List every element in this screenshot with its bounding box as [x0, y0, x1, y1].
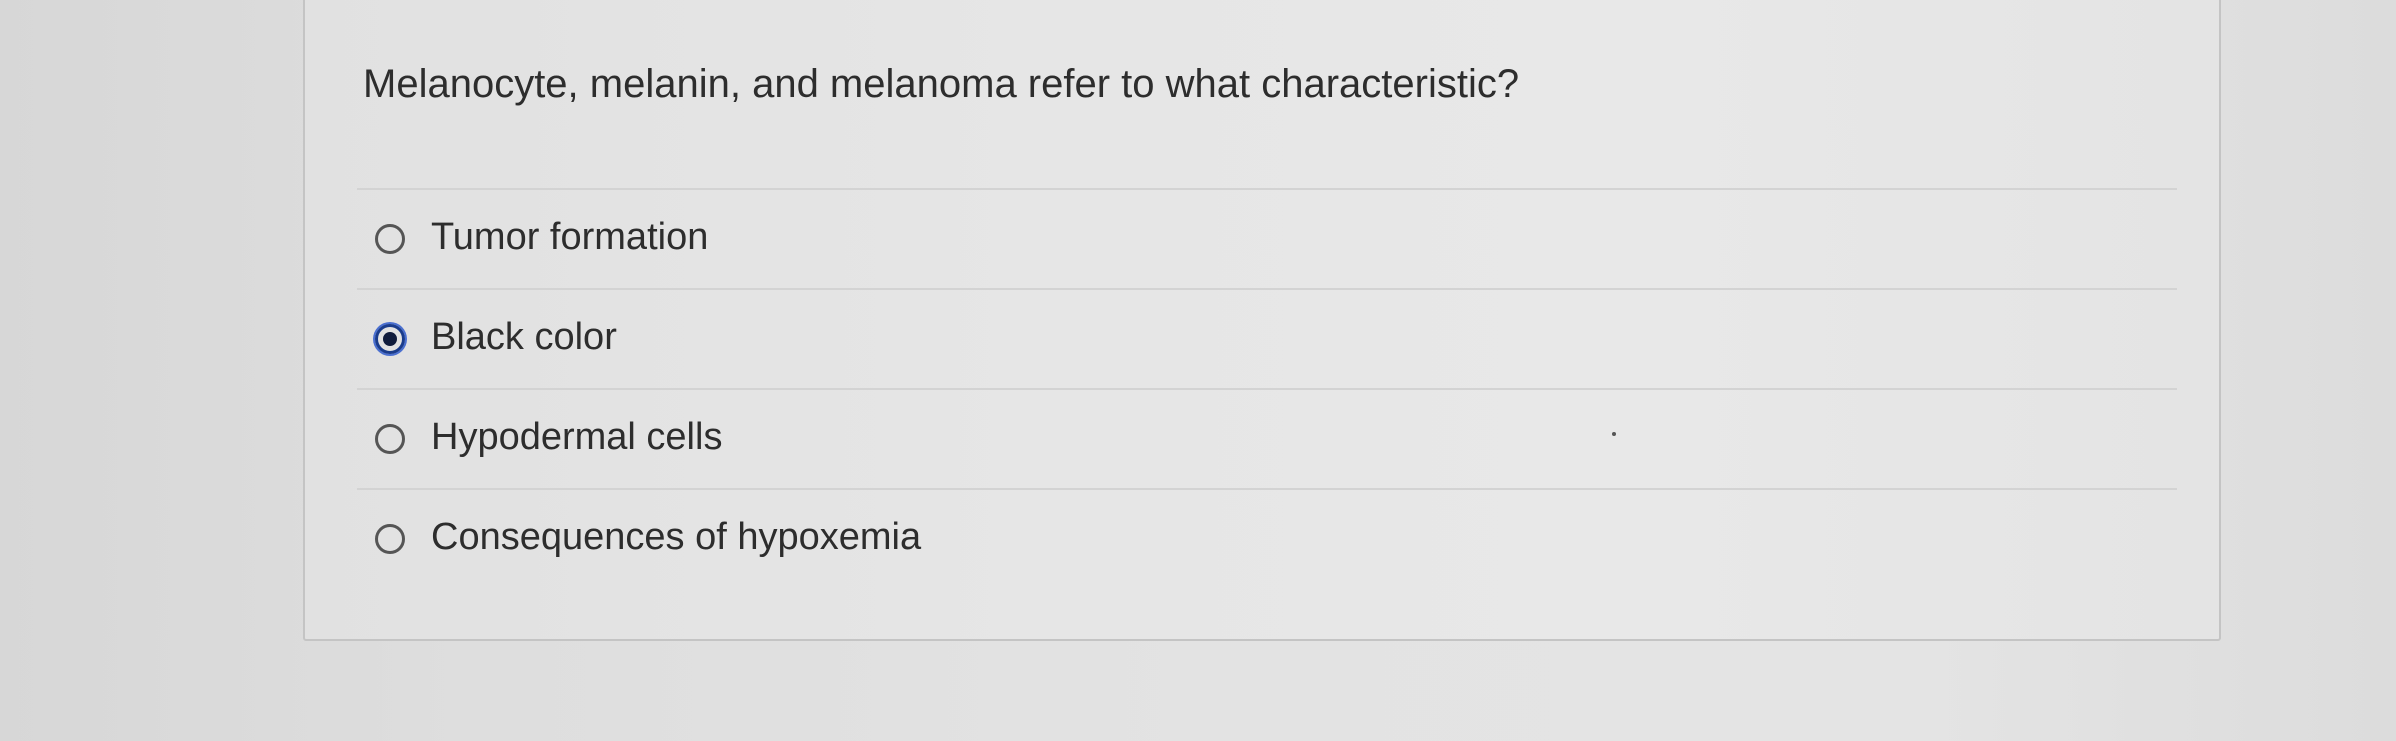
question-panel: Melanocyte, melanin, and melanoma refer …: [303, 0, 2221, 641]
radio-button[interactable]: [375, 224, 405, 254]
option-tumor-formation[interactable]: Tumor formation: [357, 188, 2177, 288]
radio-button[interactable]: [375, 424, 405, 454]
option-hypodermal-cells[interactable]: Hypodermal cells: [357, 388, 2177, 488]
option-label: Black color: [431, 315, 617, 358]
screen-speck: [1612, 432, 1616, 436]
radio-button[interactable]: [375, 524, 405, 554]
option-black-color[interactable]: Black color: [357, 288, 2177, 388]
question-text: Melanocyte, melanin, and melanoma refer …: [363, 62, 1520, 106]
answer-options: Tumor formation Black color Hypodermal c…: [357, 188, 2177, 588]
radio-button-selected[interactable]: [375, 324, 405, 354]
option-label: Hypodermal cells: [431, 415, 723, 458]
option-label: Consequences of hypoxemia: [431, 515, 922, 558]
option-label: Tumor formation: [431, 215, 709, 258]
option-consequences-of-hypoxemia[interactable]: Consequences of hypoxemia: [357, 488, 2177, 588]
